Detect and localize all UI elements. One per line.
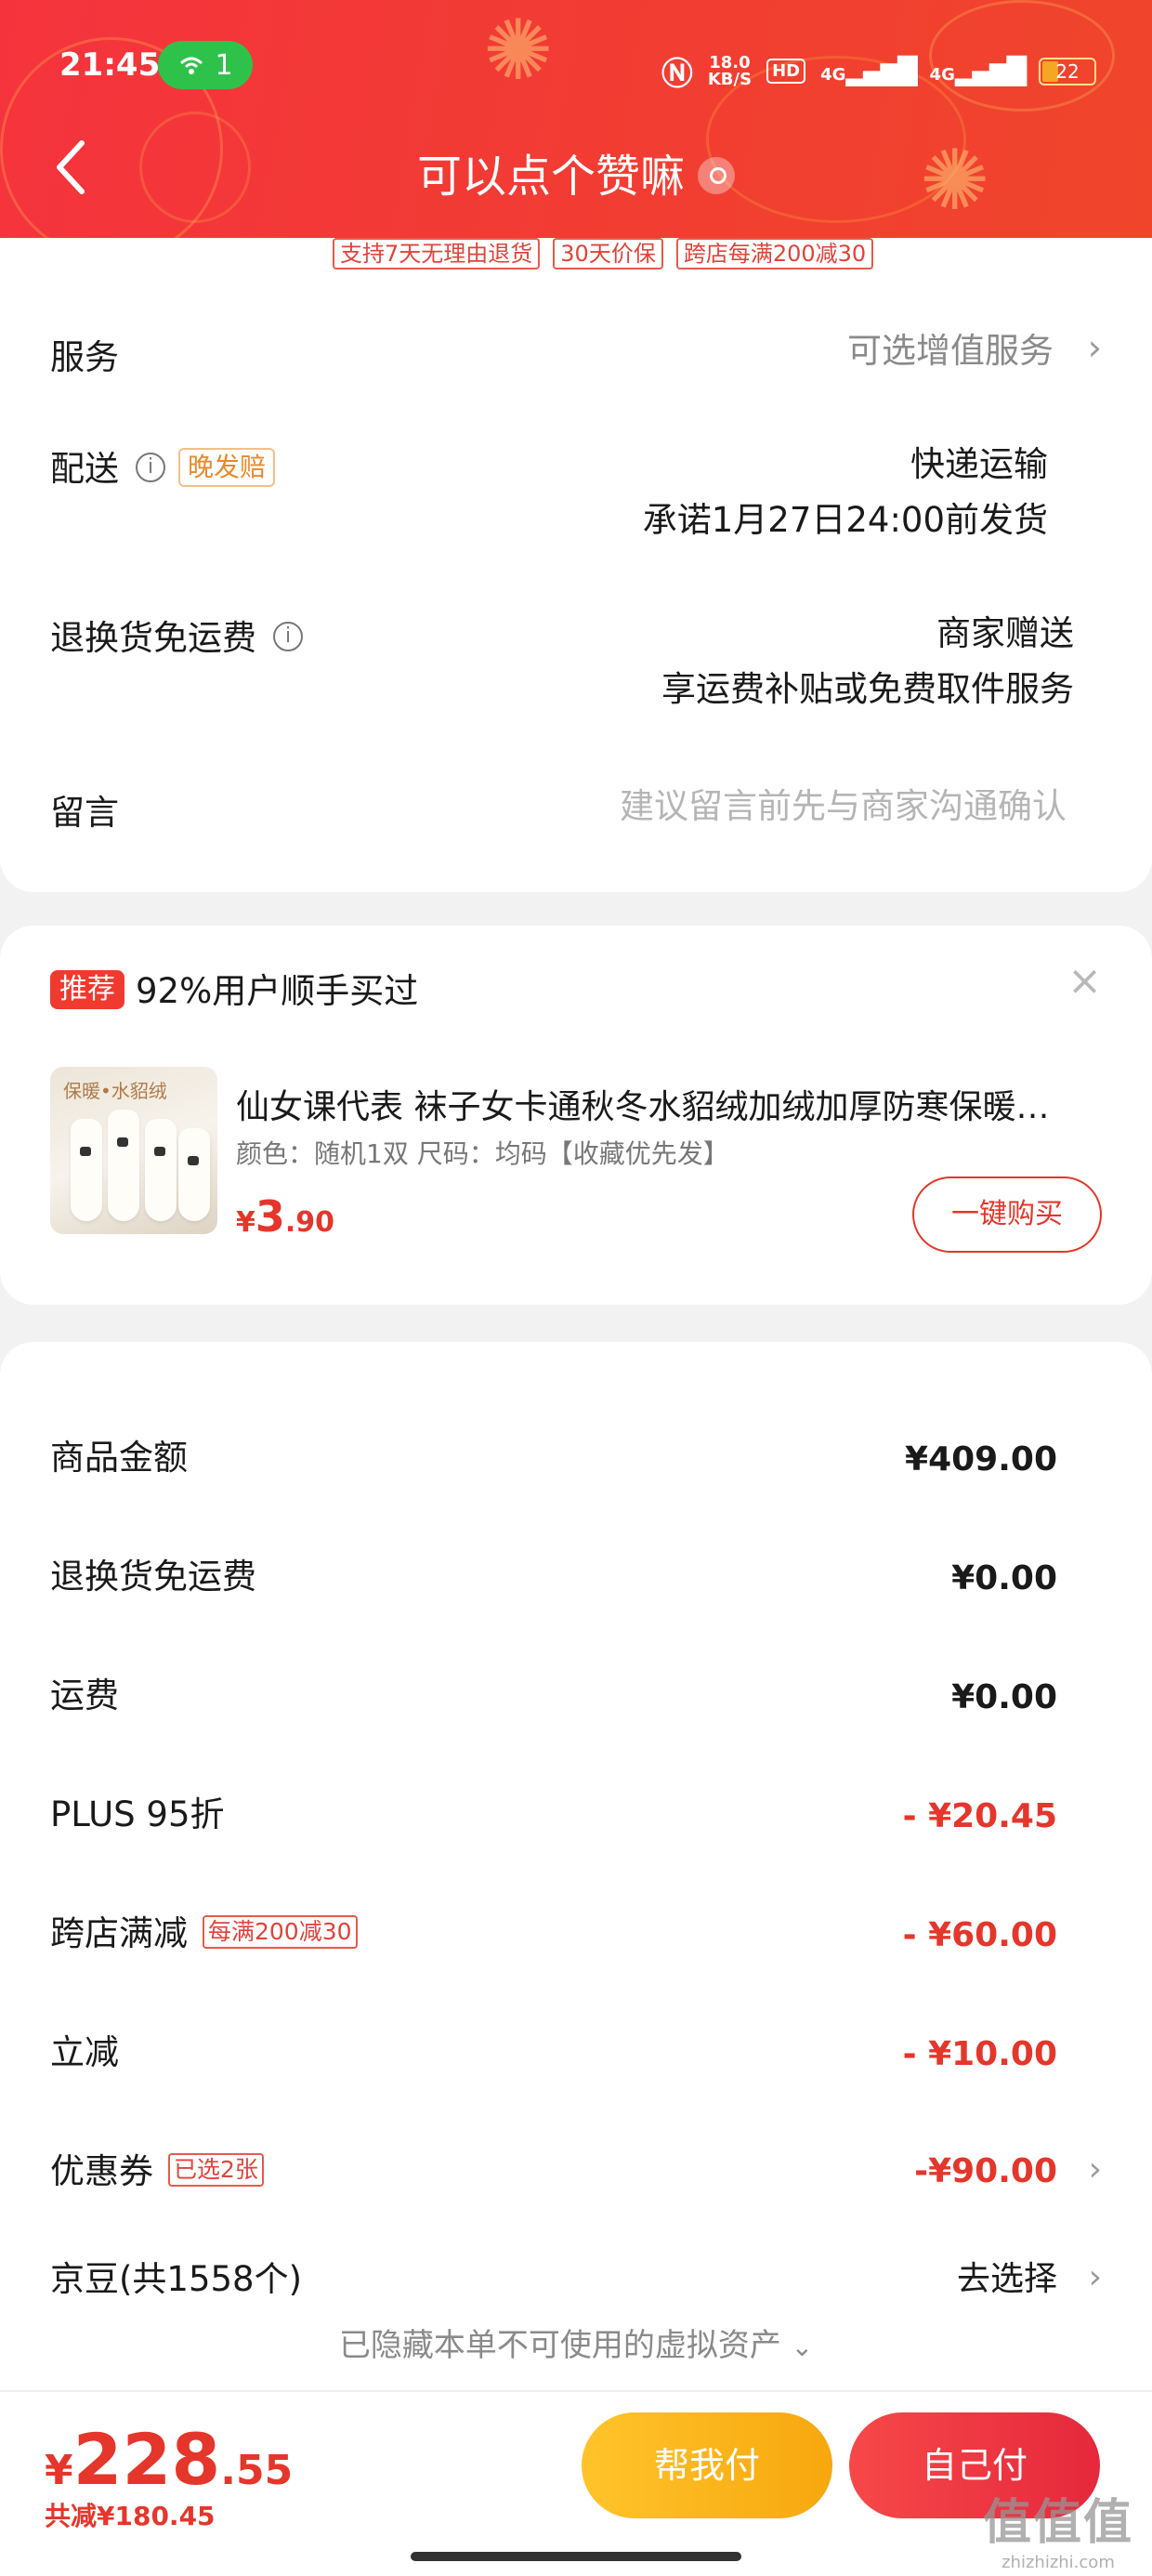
delivery-value[interactable]: 快递运输 承诺1月27日24:00前发货 [643, 437, 1048, 548]
instant-off-value: - ¥10.00 [902, 2035, 1057, 2073]
instant-off-label: 立减 [50, 2032, 119, 2072]
return-fee-label: 退换货免运费 [50, 1557, 256, 1597]
signal-icon: 4G▂▄▆█ [929, 56, 1027, 86]
return-fee-value: ¥0.00 [951, 1559, 1057, 1597]
recommend-text: 92%用户顺手买过 [136, 971, 419, 1011]
hotspot-count: 1 [215, 48, 233, 82]
return-shipping-label: 退换货免运费 i [50, 610, 303, 660]
home-indicator[interactable] [411, 2552, 741, 2561]
product-image[interactable]: 保暖•水貂绒 [50, 1067, 217, 1234]
jd-beans-label[interactable]: 京豆(共1558个) [50, 2256, 302, 2303]
product-image-brand: 保暖•水貂绒 [63, 1080, 167, 1102]
net-speed: 18.0 KB/S [707, 52, 753, 89]
total-saved: 共减¥180.45 [45, 2501, 216, 2531]
message-input[interactable]: 建议留言前先与商家沟通确认 [620, 779, 1067, 835]
hidden-assets-toggle[interactable]: 已隐藏本单不可使用的虚拟资产 ⌄ [0, 2320, 1152, 2365]
info-icon[interactable]: i [273, 621, 303, 651]
nfc-icon: Ⓝ [661, 56, 693, 93]
status-time: 21:45 [59, 46, 161, 84]
shipping-label: 运费 [50, 1676, 119, 1715]
battery-icon: 22 [1039, 57, 1096, 85]
product-spec: 颜色：随机1双 尺码：均码【收藏优先发】 [236, 1138, 729, 1169]
watermark: 值值值 zhizhizhi.com [982, 2495, 1133, 2572]
delivery-label: 配送 i 晚发赔 [50, 440, 276, 491]
jd-beans-value[interactable]: 去选择 [957, 2256, 1057, 2303]
hotspot-icon [180, 57, 203, 74]
coupon-value[interactable]: -¥90.00 [914, 2149, 1057, 2195]
goods-amount-value: ¥409.00 [905, 1440, 1057, 1479]
service-tag: 跨店每满200减30 [675, 238, 874, 269]
close-icon[interactable]: × [1067, 957, 1102, 1005]
cross-store-tag: 每满200减30 [203, 1914, 358, 1949]
service-tag: 支持7天无理由退货 [333, 238, 541, 269]
late-compensation-tag: 晚发赔 [178, 447, 276, 487]
service-value[interactable]: 可选增值服务 [847, 323, 1054, 379]
cross-store-label: 跨店满减 每满200减30 [50, 1911, 358, 1957]
status-icons: Ⓝ 18.0 KB/S HD 4G▂▄▆█ 4G▂▄▆█ 22 [661, 48, 1096, 94]
product-title[interactable]: 仙女课代表 袜子女卡通秋冬水貂绒加绒加厚防寒保暖… [236, 1080, 1106, 1128]
service-label: 服务 [50, 337, 119, 377]
chevron-down-icon: ⌄ [791, 2332, 814, 2362]
total-price: ¥228.55 [45, 2418, 294, 2501]
goods-amount-label: 商品金额 [50, 1438, 188, 1478]
recommendation-card: 推荐 92%用户顺手买过 × 保暖•水貂绒 仙女课代表 袜子女卡通秋冬水貂绒加绒… [0, 926, 1152, 1305]
cross-store-value: - ¥60.00 [902, 1916, 1057, 1954]
plus-discount-label: PLUS 95折 [50, 1794, 225, 1834]
location-icon[interactable] [698, 157, 735, 194]
signal-icon: 4G▂▄▆█ [820, 56, 917, 86]
service-tags: 支持7天无理由退货 30天价保 跨店每满200减30 [333, 238, 874, 269]
firework-icon: ✺ [483, 2, 554, 99]
header: ✺ ✺ 21:45 1 Ⓝ 18.0 KB/S HD 4G▂▄▆█ 4G▂▄▆█… [0, 0, 1152, 238]
return-shipping-value: 商家赠送 享运费补贴或免费取件服务 [661, 613, 1074, 709]
hd-icon: HD [766, 59, 806, 84]
product-price: ¥3.90 [236, 1191, 335, 1242]
page-title: 可以点个赞嘛 [0, 139, 1152, 204]
recommend-badge: 推荐 [50, 970, 124, 1009]
plus-discount-value: - ¥20.45 [902, 1797, 1057, 1835]
help-me-pay-button[interactable]: 帮我付 [582, 2412, 832, 2518]
service-tag: 30天价保 [553, 238, 663, 269]
chevron-right-icon[interactable]: › [1089, 2254, 1102, 2301]
order-info-card: 支持7天无理由退货 30天价保 跨店每满200减30 服务 可选增值服务 › 配… [0, 238, 1152, 892]
coupon-label[interactable]: 优惠券 已选2张 [50, 2149, 264, 2195]
info-icon[interactable]: i [136, 452, 165, 482]
chevron-right-icon[interactable]: › [1089, 2147, 1102, 2193]
one-click-buy-button[interactable]: 一键购买 [912, 1176, 1102, 1253]
hotspot-indicator: 1 [158, 41, 253, 89]
chevron-right-icon[interactable]: › [1088, 327, 1102, 368]
shipping-value: ¥0.00 [951, 1678, 1057, 1716]
message-label: 留言 [50, 793, 119, 833]
coupon-selected-tag: 已选2张 [168, 2152, 264, 2187]
checkout-bar: ¥228.55 共减¥180.45 帮我付 自己付 [0, 2390, 1152, 2576]
